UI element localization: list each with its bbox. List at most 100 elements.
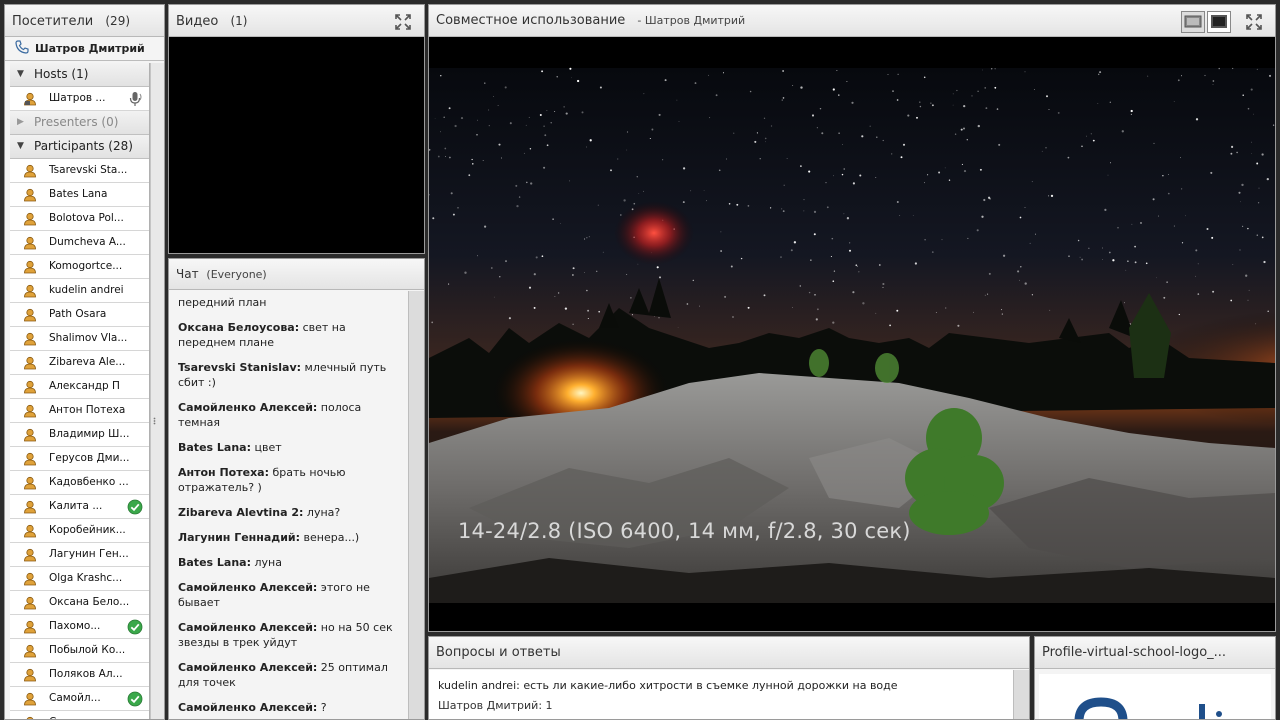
participant-row[interactable]: Побылой Ко... [10, 639, 149, 663]
group-hosts[interactable]: ▼ Hosts (1) [10, 63, 149, 87]
fullscreen-icon[interactable] [394, 13, 412, 31]
participant-row[interactable]: Zibareva Ale... [10, 351, 149, 375]
participant-row[interactable]: Пахомо... [10, 615, 149, 639]
collapsed-triangle-icon[interactable]: ▶ [17, 111, 24, 134]
chat-message: Самойленко Алексей: этого не бывает [178, 580, 408, 610]
participant-name: Самойл... [49, 692, 101, 704]
share-title: Совместное использование [436, 13, 626, 28]
qa-scrollbar[interactable] [1013, 670, 1029, 719]
attendees-pod-title: Посетители (29) [5, 5, 164, 37]
group-participants[interactable]: ▼ Participants (28) [10, 135, 149, 159]
chat-message: передний план [178, 295, 408, 310]
chat-pod: Чат (Everyone) передний план Оксана Белоу… [168, 258, 425, 720]
participant-row[interactable]: Кадовбенко ... [10, 471, 149, 495]
participant-row[interactable]: Калита ... [10, 495, 149, 519]
chat-message-sender: Лагунин Геннадий: [178, 531, 301, 544]
participant-name: Степаненко ... [49, 716, 129, 719]
qa-title: Вопросы и ответы [436, 645, 561, 660]
agree-check-icon [127, 691, 143, 707]
file-title: Profile-virtual-school-logo_... [1042, 645, 1227, 660]
participant-row[interactable]: Komogortce... [10, 255, 149, 279]
host-user-icon [24, 92, 36, 106]
photo-caption: 14-24/2.8 (ISO 6400, 14 мм, f/2.8, 30 се… [458, 519, 911, 543]
participant-row[interactable]: kudelin andrei [10, 279, 149, 303]
participant-row[interactable]: Bolotova Pol... [10, 207, 149, 231]
resize-handle-icon[interactable] [152, 417, 157, 425]
participant-name: Лагунин Ген... [49, 548, 129, 560]
chat-message-text: луна? [303, 506, 341, 519]
qa-question[interactable]: kudelin andrei: есть ли какие-либо хитро… [438, 676, 1029, 696]
participant-user-icon [24, 356, 36, 370]
participant-name: Оксана Бело... [49, 596, 130, 608]
chat-message-text: цвет [251, 441, 282, 454]
participant-row[interactable]: Dumcheva A... [10, 231, 149, 255]
attendees-count: (29) [105, 14, 131, 28]
current-user-row[interactable]: Шатров Дмитрий [5, 37, 164, 61]
participant-name: Коробейник... [49, 524, 126, 536]
phone-icon [15, 40, 29, 54]
video-screen [169, 38, 424, 253]
participant-user-icon [24, 668, 36, 682]
participant-row[interactable]: Коробейник... [10, 519, 149, 543]
view-mode-button-actual[interactable] [1207, 11, 1231, 33]
participant-user-icon [24, 500, 36, 514]
participant-user-icon [24, 476, 36, 490]
view-mode-button-fit[interactable] [1181, 11, 1205, 33]
chat-message-text: венера...) [300, 531, 360, 544]
participant-row[interactable]: Path Osara [10, 303, 149, 327]
participant-row[interactable]: Лагунин Ген... [10, 543, 149, 567]
participant-row[interactable]: Самойл... [10, 687, 149, 711]
share-pod: Совместное использование - Шатров Дмитри… [428, 4, 1276, 632]
expanded-triangle-icon[interactable]: ▼ [17, 135, 24, 158]
participant-name: Tsarevski Sta... [49, 164, 128, 176]
participant-user-icon [24, 260, 36, 274]
participant-row[interactable]: Александр П [10, 375, 149, 399]
participant-name: Path Osara [49, 308, 107, 320]
fit-view-icon [1184, 15, 1202, 28]
chat-message: Самойленко Алексей: ? [178, 700, 408, 715]
chat-message-sender: Самойленко Алексей: [178, 581, 318, 594]
participant-user-icon [24, 524, 36, 538]
group-presenters-label: Presenters (0) [34, 115, 119, 129]
chat-pod-title: Чат (Everyone) [169, 259, 424, 290]
chat-message: Bates Lana: луна [178, 555, 408, 570]
participant-user-icon [24, 284, 36, 298]
participant-row[interactable]: Оксана Бело... [10, 591, 149, 615]
expanded-triangle-icon[interactable]: ▼ [17, 63, 24, 86]
fullscreen-icon[interactable] [1245, 13, 1263, 31]
participant-row[interactable]: Bates Lana [10, 183, 149, 207]
participant-row[interactable]: Антон Потеха [10, 399, 149, 423]
chat-title: Чат [176, 267, 199, 281]
host-user-row[interactable]: Шатров ... [10, 87, 149, 111]
attendees-title: Посетители [12, 14, 94, 29]
participant-user-icon [24, 380, 36, 394]
attendee-list[interactable]: ▼ Hosts (1) Шатров ... ▶ Presenters (0) … [10, 63, 150, 719]
participant-name: Zibareva Ale... [49, 356, 126, 368]
participant-name: Поляков Ал... [49, 668, 123, 680]
chat-message: Tsarevski Stanislav: млечный путь сбит :… [178, 360, 408, 390]
attendee-list-scrollbar[interactable] [150, 63, 164, 719]
participant-name: Bates Lana [49, 188, 108, 200]
attendees-pod: Посетители (29) Шатров Дмитрий ▼ Hosts (… [4, 4, 165, 720]
participant-user-icon [24, 404, 36, 418]
participant-user-icon [24, 644, 36, 658]
chat-message: Самойленко Алексей: 25 оптимал для точек [178, 660, 408, 690]
file-pod: Profile-virtual-school-logo_... [1034, 636, 1276, 720]
qa-pod: Вопросы и ответы kudelin andrei: есть ли… [428, 636, 1030, 720]
participant-name: kudelin andrei [49, 284, 124, 296]
participant-row[interactable]: Степаненко ... [10, 711, 149, 719]
participant-user-icon [24, 236, 36, 250]
participant-row[interactable]: Tsarevski Sta... [10, 159, 149, 183]
chat-message: Оксана Белоусова: свет на переднем плане [178, 320, 408, 350]
participant-row[interactable]: Поляков Ал... [10, 663, 149, 687]
chat-message-sender: Самойленко Алексей: [178, 401, 318, 414]
participant-row[interactable]: Olga Krashc... [10, 567, 149, 591]
chat-message-text: ? [317, 701, 327, 714]
participant-row[interactable]: Герусов Дми... [10, 447, 149, 471]
chat-scrollbar[interactable] [408, 291, 424, 719]
video-pod: Видео (1) [168, 4, 425, 254]
participant-row[interactable]: Shalimov Vla... [10, 327, 149, 351]
group-presenters[interactable]: ▶ Presenters (0) [10, 111, 149, 135]
participant-row[interactable]: Владимир Ш... [10, 423, 149, 447]
actual-size-view-icon [1211, 15, 1227, 28]
